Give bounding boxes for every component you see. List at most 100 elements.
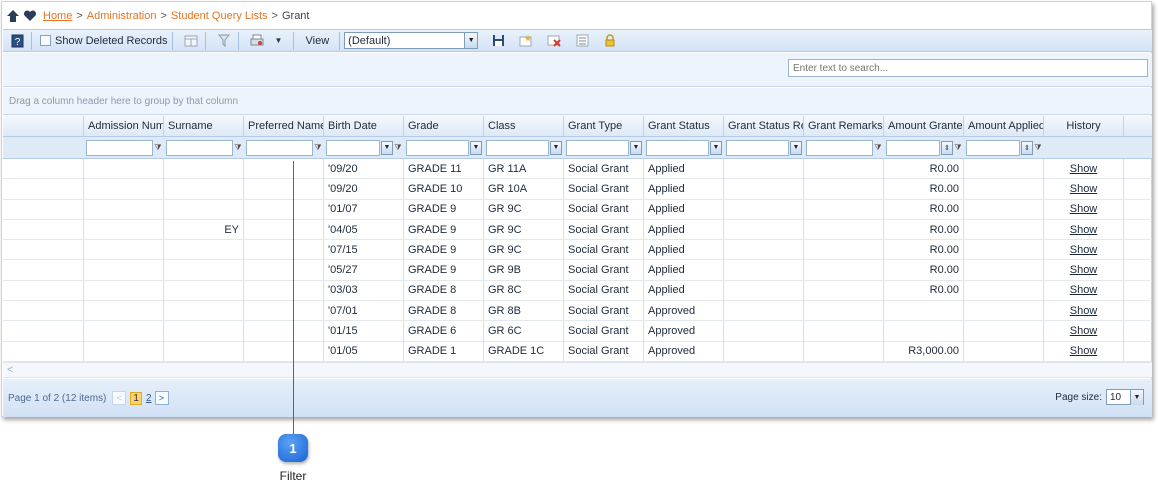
horizontal-scrollbar[interactable]: <	[3, 362, 1152, 378]
table-row[interactable]: '09/20 GRADE 11 GR 11A Social Grant Applied R…	[3, 159, 1152, 180]
print-button[interactable]	[247, 32, 267, 50]
table-row[interactable]: '07/15 GRADE 9 GR 9C Social Grant Applied R0.…	[3, 240, 1152, 261]
breadcrumb-student-query-lists[interactable]: Student Query Lists	[171, 10, 268, 22]
history-show-link[interactable]: Show	[1044, 219, 1124, 240]
save-view-button[interactable]	[488, 32, 508, 50]
column-chooser-button[interactable]	[181, 32, 201, 50]
columns-icon	[184, 35, 198, 46]
column-header-birth-date[interactable]: Birth Date	[324, 116, 404, 136]
column-header-history[interactable]: History	[1044, 116, 1124, 136]
filter-input[interactable]	[886, 139, 940, 156]
column-header-grant-status[interactable]: Grant Status	[644, 116, 724, 136]
chevron-down-icon[interactable]: ▼	[1130, 389, 1143, 405]
print-icon	[250, 34, 264, 45]
filter-input[interactable]	[86, 139, 153, 156]
filter-icon[interactable]: ⧩	[874, 142, 882, 154]
filter-input[interactable]	[246, 139, 313, 156]
chevron-down-icon[interactable]: ▼	[630, 140, 642, 155]
chevron-down-icon[interactable]: ▼	[710, 140, 722, 155]
column-header-grant-remarks[interactable]: Grant Remarks	[804, 116, 884, 136]
favorite-heart-icon[interactable]	[22, 8, 38, 24]
history-show-link[interactable]: Show	[1044, 301, 1124, 321]
page-2-button[interactable]: 2	[146, 393, 152, 404]
filter-icon[interactable]: ⧩	[314, 142, 322, 154]
table-row[interactable]: '09/20 GRADE 10 GR 10A Social Grant Applied R…	[3, 179, 1152, 200]
table-cell	[804, 301, 884, 321]
chevron-down-icon[interactable]: ▼	[550, 140, 562, 155]
filter-icon[interactable]: ⧩	[394, 142, 402, 154]
chevron-down-icon[interactable]: ▼	[464, 33, 478, 48]
group-panel[interactable]: Drag a column header here to group by th…	[3, 88, 1152, 115]
history-show-link[interactable]: Show	[1044, 159, 1124, 179]
history-show-link[interactable]: Show	[1044, 321, 1124, 341]
column-header-preferred-name[interactable]: Preferred Name	[244, 116, 324, 136]
new-view-button[interactable]	[516, 32, 536, 50]
table-row[interactable]: '07/01 GRADE 8 GR 8B Social Grant Approved Sh…	[3, 301, 1152, 322]
filter-icon[interactable]: ⧩	[154, 142, 162, 154]
search-input[interactable]	[788, 59, 1148, 77]
chevron-down-icon[interactable]: ▼	[381, 140, 393, 155]
chevron-down-icon[interactable]: ▼	[790, 140, 802, 155]
table-row[interactable]: '01/15 GRADE 6 GR 6C Social Grant Approved Sh…	[3, 321, 1152, 342]
table-cell	[724, 179, 804, 199]
table-cell	[84, 159, 164, 179]
column-header-amount-applied[interactable]: Amount Applied	[964, 116, 1044, 136]
spin-icon[interactable]: ⇕	[941, 140, 953, 155]
column-header-class[interactable]: Class	[484, 116, 564, 136]
filter-icon[interactable]: ⧩	[954, 142, 962, 154]
column-header-grant-type[interactable]: Grant Type	[564, 116, 644, 136]
history-show-link[interactable]: Show	[1044, 179, 1124, 199]
history-show-link[interactable]: Show	[1044, 280, 1124, 301]
filter-input[interactable]	[566, 139, 629, 156]
filter-input[interactable]	[406, 139, 469, 156]
table-row[interactable]: '03/03 GRADE 8 GR 8C Social Grant Applied R0.…	[3, 280, 1152, 302]
history-show-link[interactable]: Show	[1044, 240, 1124, 260]
column-header-blank[interactable]	[3, 116, 84, 136]
filter-input[interactable]	[726, 139, 789, 156]
table-row[interactable]: '05/27 GRADE 9 GR 9B Social Grant Applied R0.…	[3, 260, 1152, 281]
table-row[interactable]: EY '04/05 GRADE 9 GR 9C Social Grant Applied R…	[3, 219, 1152, 241]
page-size-select[interactable]: 10 ▼	[1106, 389, 1144, 405]
table-row[interactable]: '01/05 GRADE 1 GRADE 1C Social Grant Approve…	[3, 341, 1152, 362]
filter-input[interactable]	[326, 139, 380, 156]
history-show-link[interactable]: Show	[1044, 341, 1124, 361]
view-properties-button[interactable]	[572, 32, 592, 50]
export-dropdown-button[interactable]: ▼	[269, 32, 289, 50]
prev-page-button[interactable]: <	[112, 391, 127, 405]
grade-cell: GRADE 9	[404, 260, 484, 280]
breadcrumb-administration[interactable]: Administration	[87, 10, 157, 22]
home-tree-icon[interactable]	[5, 8, 21, 24]
funnel-icon	[217, 34, 230, 47]
column-header-surname[interactable]: Surname	[164, 116, 244, 136]
help-button[interactable]: ?	[7, 32, 27, 50]
filter-input[interactable]	[806, 139, 873, 156]
next-page-button[interactable]: >	[154, 391, 169, 405]
show-deleted-checkbox[interactable]	[40, 35, 51, 46]
filter-input[interactable]	[966, 139, 1020, 156]
filter-button[interactable]	[214, 32, 234, 50]
column-header-grant-status-reason[interactable]: Grant Status Rea	[724, 116, 804, 136]
table-row[interactable]: '01/07 GRADE 9 GR 9C Social Grant Applied R0.…	[3, 199, 1152, 220]
filter-icon[interactable]: ⧩	[234, 142, 242, 154]
view-select[interactable]: (Default) ▼	[344, 32, 479, 49]
filter-cell-amount-applied: ⇕ ⧩	[964, 137, 1044, 158]
history-show-link[interactable]: Show	[1044, 260, 1124, 280]
column-header-grade[interactable]: Grade	[404, 116, 484, 136]
scroll-left-icon[interactable]: <	[7, 364, 13, 376]
filter-input[interactable]	[486, 139, 549, 156]
column-header-amount-granted[interactable]: Amount Granted	[884, 116, 964, 136]
table-cell	[84, 240, 164, 260]
filter-input[interactable]	[646, 139, 709, 156]
breadcrumb-home[interactable]: Home	[43, 10, 72, 22]
page-1-button[interactable]: 1	[130, 391, 142, 405]
show-deleted-toggle[interactable]: Show Deleted Records	[40, 35, 168, 47]
lock-view-button[interactable]	[600, 32, 620, 50]
spin-icon[interactable]: ⇕	[1021, 140, 1033, 155]
table-cell	[804, 179, 884, 199]
delete-view-button[interactable]	[544, 32, 564, 50]
filter-icon[interactable]: ⧩	[1034, 142, 1042, 154]
chevron-down-icon[interactable]: ▼	[470, 140, 482, 155]
history-show-link[interactable]: Show	[1044, 199, 1124, 219]
filter-input[interactable]	[166, 139, 233, 156]
column-header-admission-number[interactable]: Admission Numb	[84, 116, 164, 136]
